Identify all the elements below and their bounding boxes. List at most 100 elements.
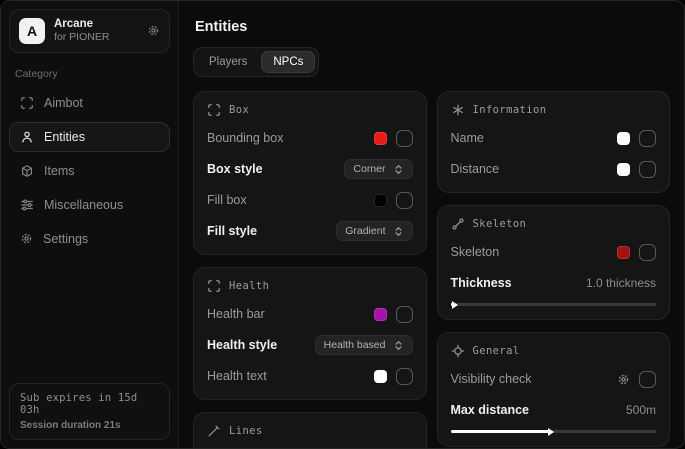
setting-label: Distance (451, 162, 500, 176)
health-style-dropdown[interactable]: Health based (315, 335, 413, 355)
fill-box-checkbox[interactable] (396, 192, 413, 209)
fill-style-dropdown[interactable]: Gradient (336, 221, 412, 241)
gear-icon[interactable] (617, 373, 630, 386)
gear-icon (20, 232, 33, 245)
setting-label: Skeleton (451, 245, 500, 259)
main-panel: Entities Players NPCs Box Bounding box (179, 1, 684, 448)
setting-label: Health text (207, 369, 267, 383)
max-distance-slider[interactable] (451, 430, 657, 433)
page-title: Entities (195, 19, 670, 35)
name-checkbox[interactable] (639, 130, 656, 147)
setting-label: Visibility check (451, 372, 532, 386)
subscription-info-card: Sub expires in 15d 03h Session duration … (9, 383, 170, 440)
setting-label: Box style (207, 162, 263, 176)
card-title: Lines (229, 425, 263, 437)
color-swatch[interactable] (617, 163, 630, 176)
color-swatch[interactable] (374, 132, 387, 145)
color-swatch[interactable] (617, 246, 630, 259)
card-title: Box (229, 104, 249, 116)
brand-card: A Arcane for PIONER (9, 9, 170, 53)
setting-row: Thickness 1.0 thickness (451, 273, 657, 293)
setting-label: Health style (207, 338, 277, 352)
max-distance-value: 500m (626, 403, 656, 417)
setting-row: Health text (207, 366, 413, 386)
app-logo: A (19, 18, 45, 44)
setting-row: Name (451, 128, 657, 148)
sidebar-item-items[interactable]: Items (9, 156, 170, 186)
sidebar-item-label: Entities (44, 130, 85, 144)
sidebar-item-label: Miscellaneous (44, 198, 123, 212)
sidebar-item-settings[interactable]: Settings (9, 224, 170, 254)
setting-label: Max distance (451, 403, 530, 417)
health-bar-checkbox[interactable] (396, 306, 413, 323)
app-subtitle: for PIONER (54, 31, 138, 44)
thickness-value: 1.0 thickness (586, 276, 656, 290)
card-general: General Visibility check Max distance 50… (437, 332, 671, 447)
setting-label: Fill box (207, 193, 247, 207)
chevron-updown-icon (393, 226, 404, 237)
health-icon (207, 279, 221, 293)
sidebar: A Arcane for PIONER Category Aimbot Enti… (1, 1, 179, 448)
setting-label: Thickness (451, 276, 512, 290)
box-icon (207, 103, 221, 117)
color-swatch[interactable] (374, 308, 387, 321)
card-title: Information (473, 104, 547, 116)
entity-type-tabs: Players NPCs (193, 47, 319, 77)
category-label: Category (15, 68, 164, 80)
sidebar-item-label: Settings (43, 232, 88, 246)
setting-label: Fill style (207, 224, 257, 238)
card-lines: Lines View line Line to enemy (193, 412, 427, 448)
setting-row: Distance (451, 159, 657, 179)
app-window: A Arcane for PIONER Category Aimbot Enti… (0, 0, 685, 449)
setting-row: Health style Health based (207, 335, 413, 355)
crosshair-icon (451, 344, 465, 358)
card-box: Box Bounding box Box style Corner (193, 91, 427, 255)
distance-checkbox[interactable] (639, 161, 656, 178)
card-health: Health Health bar Health style Health ba… (193, 267, 427, 400)
setting-row: Skeleton (451, 242, 657, 262)
sliders-icon (20, 198, 34, 212)
color-swatch[interactable] (374, 370, 387, 383)
chevron-updown-icon (393, 164, 404, 175)
health-text-checkbox[interactable] (396, 368, 413, 385)
visibility-check-checkbox[interactable] (639, 371, 656, 388)
color-swatch[interactable] (617, 132, 630, 145)
setting-label: Name (451, 131, 484, 145)
sidebar-nav: Aimbot Entities Items Miscellaneous Sett… (9, 88, 170, 254)
setting-row: Bounding box (207, 128, 413, 148)
skeleton-checkbox[interactable] (639, 244, 656, 261)
session-duration-text: Session duration 21s (20, 420, 159, 431)
setting-row: Visibility check (451, 369, 657, 389)
color-swatch[interactable] (374, 194, 387, 207)
crosshair-icon (20, 96, 34, 110)
sidebar-item-label: Aimbot (44, 96, 83, 110)
sidebar-item-label: Items (44, 164, 75, 178)
box-style-dropdown[interactable]: Corner (344, 159, 412, 179)
card-title: Skeleton (473, 218, 527, 230)
cube-icon (20, 164, 34, 178)
entities-icon (20, 130, 34, 144)
card-title: General (473, 345, 520, 357)
bone-icon (451, 217, 465, 231)
thickness-slider[interactable] (451, 303, 657, 306)
setting-row: Health bar (207, 304, 413, 324)
chevron-updown-icon (393, 340, 404, 351)
sidebar-item-aimbot[interactable]: Aimbot (9, 88, 170, 118)
setting-row: Fill box (207, 190, 413, 210)
card-skeleton: Skeleton Skeleton Thickness 1.0 thicknes… (437, 205, 671, 320)
app-name: Arcane (54, 17, 138, 31)
gear-icon[interactable] (147, 24, 160, 37)
sidebar-item-entities[interactable]: Entities (9, 122, 170, 152)
setting-row: Max distance 500m (451, 400, 657, 420)
bounding-box-checkbox[interactable] (396, 130, 413, 147)
card-title: Health (229, 280, 269, 292)
setting-row: Box style Corner (207, 159, 413, 179)
tab-players[interactable]: Players (197, 51, 259, 73)
setting-row: Fill style Gradient (207, 221, 413, 241)
pencil-icon (207, 424, 221, 438)
tab-npcs[interactable]: NPCs (261, 51, 315, 73)
setting-label: Bounding box (207, 131, 283, 145)
setting-label: Health bar (207, 307, 265, 321)
sub-expires-text: Sub expires in 15d 03h (20, 392, 159, 416)
sidebar-item-miscellaneous[interactable]: Miscellaneous (9, 190, 170, 220)
